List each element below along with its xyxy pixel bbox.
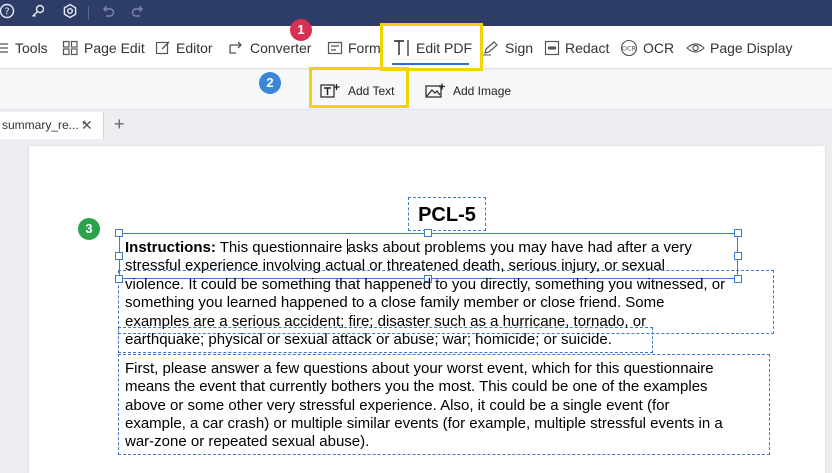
tab-redact[interactable]: Redact	[544, 38, 609, 58]
tab-ocr[interactable]: OCR OCR	[620, 38, 674, 58]
tab-tools-label: Tools	[15, 40, 48, 56]
tab-converter[interactable]: Converter	[228, 38, 311, 58]
tab-redact-label: Redact	[565, 40, 610, 56]
paragraph-2[interactable]: violence. It could be something that hap…	[125, 276, 725, 331]
new-tab-icon[interactable]: +	[114, 114, 125, 134]
document-tab-bar: summary_re... * ✕ +	[0, 111, 832, 139]
redact-icon	[544, 40, 560, 56]
tab-ocr-label: OCR	[643, 40, 675, 56]
instructions-line-1: Instructions: This questionnaire asks ab…	[125, 239, 692, 257]
instructions-label: Instructions:	[125, 239, 216, 256]
tab-page-display[interactable]: Page Display	[686, 38, 793, 58]
paragraph-3[interactable]: earthquake; physical or sexual attack or…	[125, 331, 612, 349]
step-badge-1: 1	[290, 19, 312, 41]
resize-handle[interactable]	[734, 275, 742, 283]
tab-page-edit[interactable]: Page Edit	[62, 38, 145, 58]
editor-icon	[155, 41, 170, 55]
help-icon[interactable]: ?	[0, 3, 17, 23]
document-title: PCL-5	[418, 204, 476, 226]
converter-icon	[229, 41, 242, 54]
resize-handle[interactable]	[115, 229, 123, 237]
tab-page-display-label: Page Display	[710, 40, 793, 56]
tab-sign-label: Sign	[505, 40, 534, 56]
redo-icon[interactable]	[128, 3, 148, 23]
tab-converter-label: Converter	[250, 40, 312, 56]
paragraph-2-line-2: something you learned happened to a clos…	[125, 294, 665, 312]
paragraph-4-line-5: war-zone or repeated sexual abuse).	[125, 433, 370, 451]
resize-handle[interactable]	[115, 252, 123, 260]
eye-icon	[686, 43, 705, 53]
instructions-paragraph[interactable]: Instructions: This questionnaire asks ab…	[125, 239, 692, 276]
resize-handle[interactable]	[734, 229, 742, 237]
resize-handle[interactable]	[424, 229, 432, 237]
tab-form-label: Form	[348, 40, 381, 56]
paragraph-4-line-1: First, please answer a few questions abo…	[125, 360, 714, 377]
tab-editor-label: Editor	[176, 40, 213, 56]
highlight-add-text	[309, 67, 409, 108]
paragraph-4-line-2: means the event that currently bothers y…	[125, 378, 708, 396]
tab-page-edit-label: Page Edit	[84, 40, 145, 56]
tools-icon	[0, 43, 8, 53]
svg-text:?: ?	[4, 7, 9, 18]
step-badge-3: 3	[78, 218, 100, 240]
paragraph-4[interactable]: First, please answer a few questions abo…	[125, 360, 723, 451]
tab-sign[interactable]: Sign	[482, 38, 533, 58]
instructions-text-b: asks about problems you may have had aft…	[347, 239, 692, 256]
instructions-line-2: stressful experience involving actual or…	[125, 257, 666, 275]
tab-tools[interactable]: Tools	[0, 38, 48, 58]
ocr-icon: OCR	[620, 39, 638, 57]
tab-form[interactable]: Form	[327, 38, 381, 58]
close-icon[interactable]: ✕	[81, 112, 93, 138]
add-image-label: Add Image	[453, 84, 512, 98]
svg-text:OCR: OCR	[622, 45, 637, 53]
add-image-icon	[425, 83, 445, 98]
step-badge-2: 2	[259, 72, 281, 94]
key-icon[interactable]	[28, 3, 48, 23]
add-image-button[interactable]: Add Image	[425, 81, 511, 101]
toolbar-separator	[88, 6, 89, 20]
settings-icon[interactable]	[60, 3, 80, 23]
edit-pdf-subtoolbar: Add Text Add Image	[0, 70, 832, 110]
tab-editor[interactable]: Editor	[155, 38, 213, 58]
paragraph-4-line-3: above or some other very stressful exper…	[125, 396, 670, 414]
paragraph-3-line-1: earthquake; physical or sexual attack or…	[125, 331, 612, 348]
pen-icon	[483, 41, 498, 56]
instructions-text-a: This questionnaire	[219, 239, 343, 256]
document-tab[interactable]: summary_re... * ✕	[0, 112, 104, 139]
resize-handle[interactable]	[734, 252, 742, 260]
form-icon	[327, 41, 343, 55]
paragraph-4-line-4: example, a car crash) or multiple simila…	[125, 414, 723, 432]
paragraph-2-line-1: violence. It could be something that hap…	[125, 276, 726, 293]
document-tab-label: summary_re... *	[2, 118, 87, 132]
highlight-edit-pdf	[380, 23, 483, 71]
page-edit-icon	[62, 40, 78, 56]
resize-handle[interactable]	[115, 275, 123, 283]
undo-icon[interactable]	[98, 3, 118, 23]
paragraph-2-line-3: examples are a serious accident; fire; d…	[125, 312, 647, 330]
